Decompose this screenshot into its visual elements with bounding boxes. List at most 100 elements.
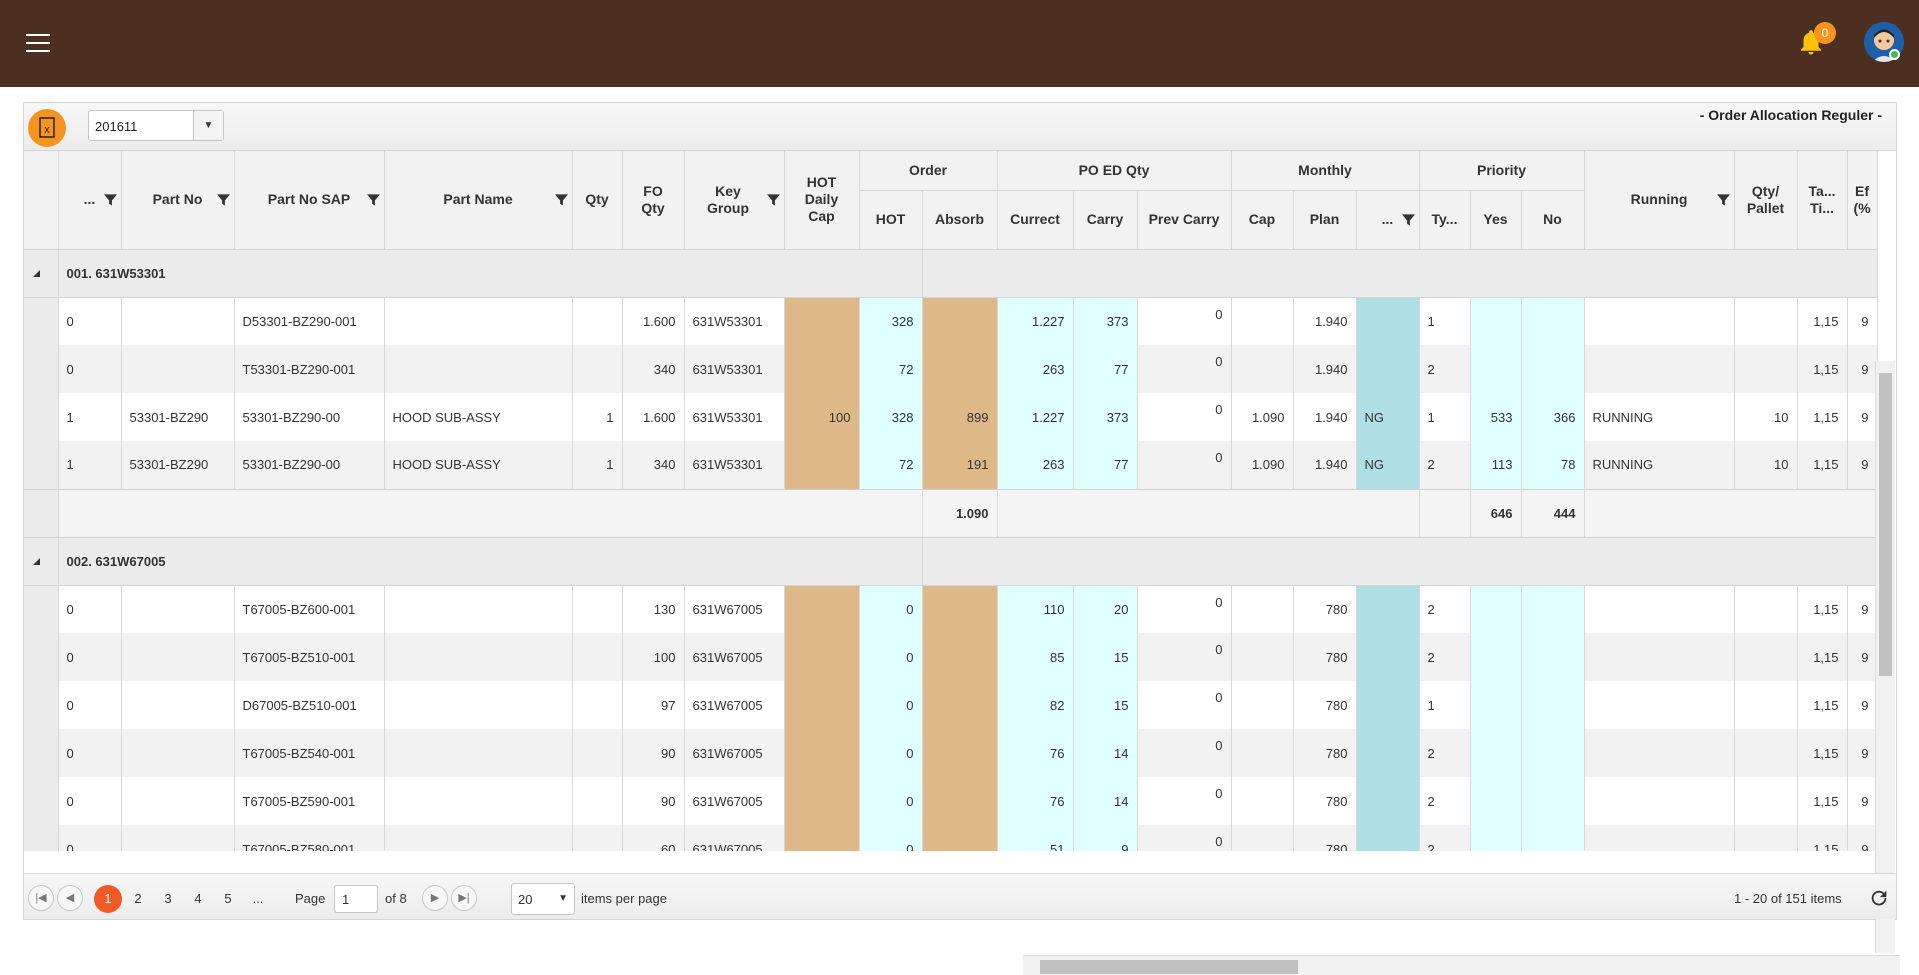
cell-eff[interactable]: 9 (1847, 825, 1878, 851)
cell-yes[interactable] (1470, 777, 1522, 825)
cell-name[interactable] (384, 681, 573, 729)
cell-cap[interactable] (1231, 585, 1294, 633)
cell-pallet[interactable] (1734, 825, 1798, 851)
page-input[interactable]: 1 (334, 885, 378, 913)
cell-hot[interactable]: 328 (859, 297, 923, 345)
cell-type[interactable]: 2 (1419, 345, 1471, 393)
cell-takt[interactable]: 1,15 (1797, 345, 1848, 393)
cell-running[interactable] (1584, 777, 1735, 825)
cell-absorb[interactable] (922, 297, 998, 345)
col-header-part-no-sap[interactable]: Part No SAP (234, 151, 385, 250)
col-header-monthly-cap[interactable]: Cap (1231, 190, 1294, 250)
cell-qty[interactable] (572, 345, 623, 393)
cell-absorb[interactable] (922, 825, 998, 851)
cell-absorb[interactable] (922, 345, 998, 393)
cell-plan[interactable]: 1.940 (1293, 441, 1357, 489)
cell-running[interactable] (1584, 345, 1735, 393)
col-header-part-name[interactable]: Part Name (384, 151, 573, 250)
cell-prev[interactable]: 0 (1137, 633, 1232, 681)
cell-carry[interactable]: 373 (1073, 297, 1138, 345)
cell-prev[interactable]: 0 (1137, 729, 1232, 777)
cell-currect[interactable]: 263 (997, 345, 1074, 393)
cell-pallet[interactable] (1734, 633, 1798, 681)
cell-fo[interactable]: 60 (622, 825, 685, 851)
cell-hdc[interactable] (784, 297, 860, 345)
cell-type[interactable]: 2 (1419, 633, 1471, 681)
cell-more[interactable] (1356, 297, 1420, 345)
cell-hdc[interactable]: 100 (784, 393, 860, 441)
table-row[interactable]: 1 53301-BZ290 53301-BZ290-00 HOOD SUB-ASSY 1… (24, 441, 1878, 489)
cell-prev[interactable]: 0 (1137, 825, 1232, 851)
cell-key[interactable]: 631W53301 (684, 393, 785, 441)
col-header-order-absorb[interactable]: Absorb (922, 190, 998, 250)
cell-hot[interactable]: 328 (859, 393, 923, 441)
col-header-priority-no[interactable]: No (1521, 190, 1585, 250)
cell-carry[interactable]: 9 (1073, 825, 1138, 851)
cell-type[interactable]: 2 (1419, 825, 1471, 851)
cell-prev[interactable]: 0 (1137, 297, 1232, 345)
cell-c1[interactable]: 0 (58, 585, 122, 633)
cell-carry[interactable]: 77 (1073, 441, 1138, 489)
cell-absorb[interactable] (922, 729, 998, 777)
cell-takt[interactable]: 1,15 (1797, 393, 1848, 441)
cell-absorb[interactable] (922, 585, 998, 633)
chevron-down-icon[interactable]: ▼ (558, 893, 568, 904)
col-header-monthly-more[interactable]: ... (1356, 190, 1420, 250)
cell-fo[interactable]: 1.600 (622, 393, 685, 441)
cell-more[interactable]: NG (1356, 393, 1420, 441)
page-number-1[interactable]: 1 (94, 885, 122, 913)
cell-fo[interactable]: 90 (622, 729, 685, 777)
cell-key[interactable]: 631W67005 (684, 825, 785, 851)
cell-carry[interactable]: 20 (1073, 585, 1138, 633)
cell-part_no[interactable]: 53301-BZ290 (121, 441, 235, 489)
cell-more[interactable] (1356, 825, 1420, 851)
table-row[interactable]: 0 T67005-BZ540-001 90 631W67005 0 76 14 0 780 2 1,… (24, 729, 1878, 777)
cell-hot[interactable]: 72 (859, 345, 923, 393)
table-row[interactable]: 0 T67005-BZ600-001 130 631W67005 0 110 20 0 780 2… (24, 585, 1878, 633)
cell-key[interactable]: 631W53301 (684, 297, 785, 345)
cell-more[interactable] (1356, 585, 1420, 633)
cell-eff[interactable]: 9 (1847, 393, 1878, 441)
cell-key[interactable]: 631W67005 (684, 681, 785, 729)
cell-pallet[interactable] (1734, 345, 1798, 393)
table-row[interactable]: 0 D53301-BZ290-001 1.600 631W53301 328 1.227 3… (24, 297, 1878, 345)
cell-carry[interactable]: 15 (1073, 633, 1138, 681)
cell-qty[interactable]: 1 (572, 441, 623, 489)
cell-key[interactable]: 631W67005 (684, 633, 785, 681)
cell-cap[interactable]: 1.090 (1231, 393, 1294, 441)
cell-type[interactable]: 1 (1419, 393, 1471, 441)
col-header-hot-daily-cap[interactable]: HOT Daily Cap (784, 151, 860, 250)
cell-eff[interactable]: 9 (1847, 345, 1878, 393)
page-number-2[interactable]: 2 (124, 885, 152, 913)
col-header-fo-qty[interactable]: FO Qty (622, 151, 685, 250)
cell-sap[interactable]: T67005-BZ510-001 (234, 633, 385, 681)
cell-c1[interactable]: 1 (58, 441, 122, 489)
cell-carry[interactable]: 14 (1073, 729, 1138, 777)
cell-type[interactable]: 2 (1419, 777, 1471, 825)
cell-takt[interactable]: 1,15 (1797, 729, 1848, 777)
cell-takt[interactable]: 1,15 (1797, 777, 1848, 825)
cell-eff[interactable]: 9 (1847, 729, 1878, 777)
cell-qty[interactable] (572, 729, 623, 777)
page-number-4[interactable]: 4 (184, 885, 212, 913)
cell-hdc[interactable] (784, 585, 860, 633)
group-header-row[interactable]: 001. 631W53301 (24, 249, 1878, 298)
cell-sap[interactable]: 53301-BZ290-00 (234, 441, 385, 489)
cell-part_no[interactable] (121, 297, 235, 345)
filter-icon[interactable] (766, 193, 780, 207)
cell-hot[interactable]: 0 (859, 729, 923, 777)
cell-yes[interactable]: 533 (1470, 393, 1522, 441)
cell-no[interactable] (1521, 345, 1585, 393)
cell-c1[interactable]: 0 (58, 297, 122, 345)
cell-cap[interactable]: 1.090 (1231, 441, 1294, 489)
last-page-icon[interactable]: ▶| (451, 885, 477, 911)
cell-pallet[interactable] (1734, 585, 1798, 633)
cell-more[interactable] (1356, 345, 1420, 393)
cell-no[interactable] (1521, 825, 1585, 851)
cell-type[interactable]: 2 (1419, 585, 1471, 633)
cell-pallet[interactable] (1734, 681, 1798, 729)
cell-fo[interactable]: 1.600 (622, 297, 685, 345)
cell-part_no[interactable] (121, 585, 235, 633)
cell-plan[interactable]: 1.940 (1293, 297, 1357, 345)
cell-currect[interactable]: 85 (997, 633, 1074, 681)
